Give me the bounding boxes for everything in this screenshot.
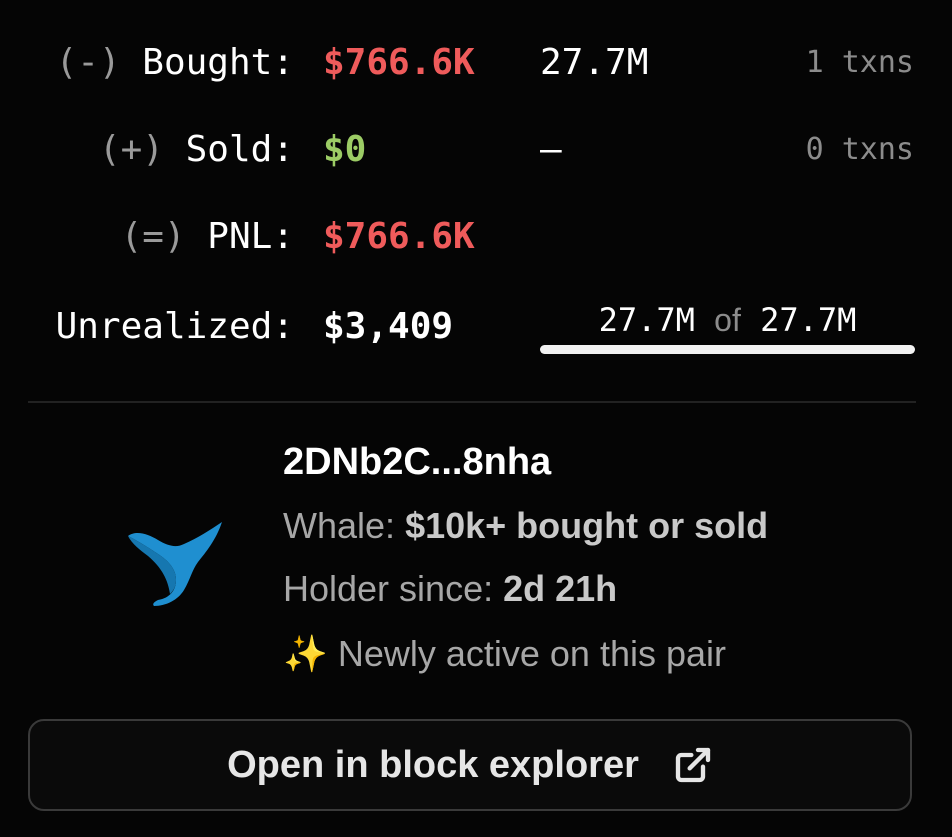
sold-value: $0 — [323, 129, 367, 170]
holding-current: 27.7M — [598, 301, 695, 339]
whale-tail-icon — [128, 522, 222, 606]
sold-txns: 0 txns — [805, 132, 914, 167]
open-block-explorer-label: Open in block explorer — [227, 743, 639, 786]
bought-txns: 1 txns — [805, 45, 914, 80]
pnl-label: PNL: — [207, 216, 294, 257]
sold-row: (+) Sold: $0 – 0 txns — [0, 128, 952, 188]
pnl-value: $766.6K — [323, 216, 475, 257]
pnl-row: (=) PNL: $766.6K — [0, 215, 952, 275]
holder-value: 2d 21h — [503, 568, 618, 609]
wallet-address[interactable]: 2DNb2C...8nha — [283, 441, 551, 484]
holding-progress-bar — [540, 345, 915, 354]
section-divider — [28, 401, 916, 403]
bought-label: Bought: — [142, 42, 294, 83]
whale-value: $10k+ bought or sold — [405, 505, 769, 546]
holding-total: 27.7M — [760, 301, 857, 339]
whale-info: Whale: $10k+ bought or sold — [283, 505, 768, 547]
bought-value: $766.6K — [323, 42, 475, 83]
unrealized-label: Unrealized: — [55, 306, 294, 347]
sparkle-icon: ✨ — [283, 633, 328, 674]
sold-prefix: (+) — [98, 129, 164, 170]
bought-row: (-) Bought: $766.6K 27.7M 1 txns — [0, 41, 952, 101]
pnl-prefix: (=) — [120, 216, 186, 257]
bought-amount: 27.7M — [540, 42, 649, 83]
unrealized-value: $3,409 — [323, 306, 454, 347]
bought-prefix: (-) — [55, 42, 121, 83]
external-link-icon — [675, 747, 711, 783]
activity-text: Newly active on this pair — [337, 633, 727, 674]
open-block-explorer-button[interactable]: Open in block explorer — [28, 719, 912, 811]
holder-info: Holder since: 2d 21h — [283, 568, 617, 610]
sold-amount: – — [540, 129, 562, 170]
whale-label: Whale: — [283, 505, 396, 546]
holding-of-label: of — [714, 302, 741, 338]
sold-label: Sold: — [185, 129, 294, 170]
holder-label: Holder since: — [283, 568, 494, 609]
holding-summary: 27.7M of 27.7M — [540, 298, 915, 342]
activity-info: ✨ Newly active on this pair — [283, 633, 726, 675]
